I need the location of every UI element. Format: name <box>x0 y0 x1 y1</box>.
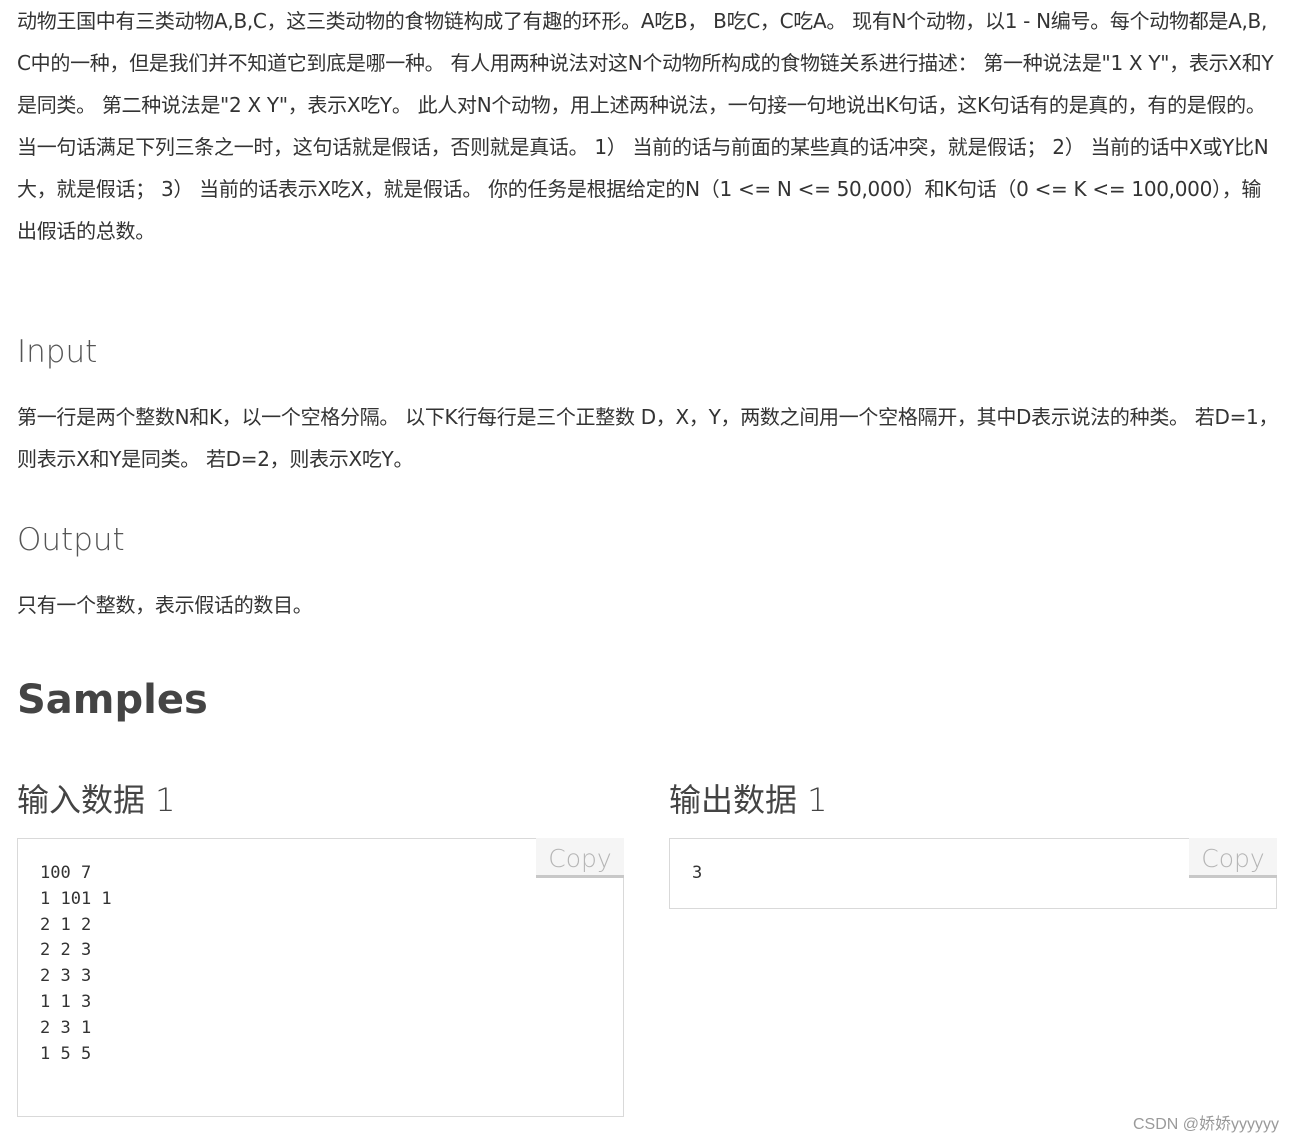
input-section: 第一行是两个整数N和K，以一个空格分隔。 以下K行每行是三个正整数 D，X，Y，… <box>17 396 1279 480</box>
output-text: 只有一个整数，表示假话的数目。 <box>17 593 313 617</box>
samples-heading: Samples <box>17 677 208 723</box>
description-text: 动物王国中有三类动物A,B,C，这三类动物的食物链构成了有趣的环形。A吃B， B… <box>17 9 1274 243</box>
watermark: CSDN @娇娇yyyyyy <box>1132 1116 1279 1133</box>
problem-description: 动物王国中有三类动物A,B,C，这三类动物的食物链构成了有趣的环形。A吃B， B… <box>17 0 1279 252</box>
input-text: 第一行是两个整数N和K，以一个空格分隔。 以下K行每行是三个正整数 D，X，Y，… <box>17 405 1279 471</box>
sample-output-content: 3 <box>692 863 703 883</box>
sample-input-title: 输入数据 1 <box>17 781 176 819</box>
output-heading: Output <box>17 522 125 558</box>
sample-input-box: 100 7 1 101 1 2 1 2 2 2 3 2 3 3 1 1 3 2 … <box>17 838 624 1117</box>
sample-output-title: 输出数据 1 <box>669 781 828 819</box>
sample-output-box: 3 Copy <box>669 838 1277 909</box>
output-section: 只有一个整数，表示假话的数目。 <box>17 584 1279 626</box>
sample-input-content: 100 7 1 101 1 2 1 2 2 2 3 2 3 3 1 1 3 2 … <box>40 863 112 1064</box>
input-heading: Input <box>17 334 98 370</box>
copy-input-button[interactable]: Copy <box>536 838 624 878</box>
copy-output-button[interactable]: Copy <box>1189 838 1277 878</box>
